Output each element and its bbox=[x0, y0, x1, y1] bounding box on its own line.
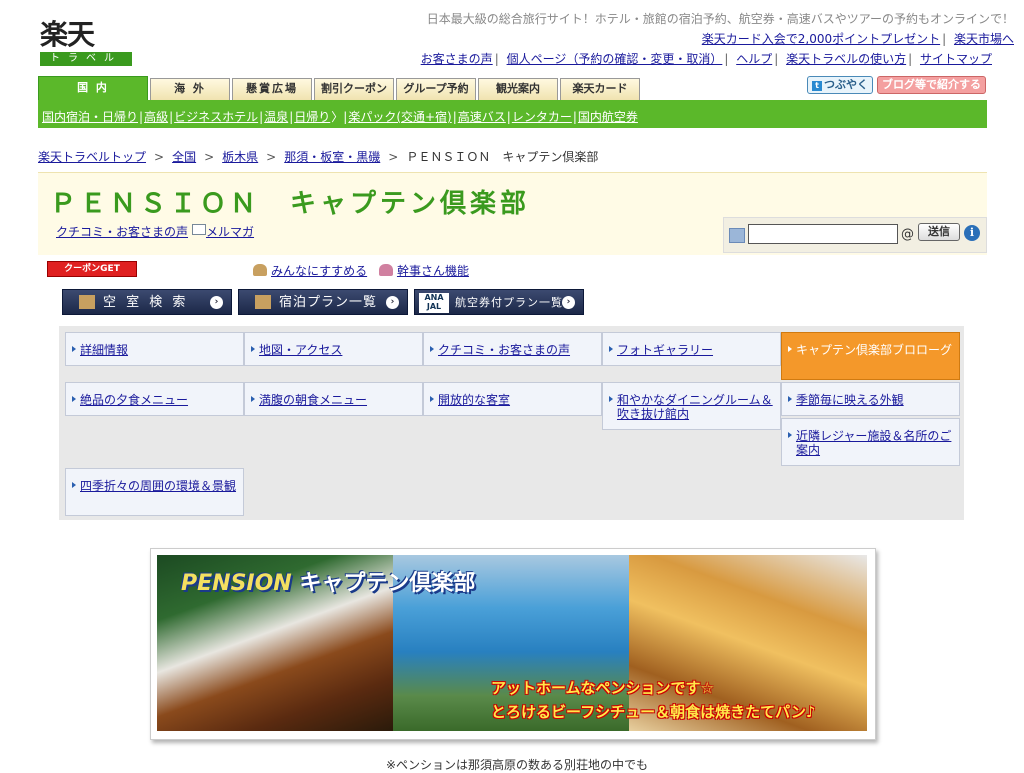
subnav-luxury[interactable]: 高級 bbox=[144, 110, 168, 124]
personal-page-link[interactable]: 個人ページ（予約の確認・変更・取消） bbox=[507, 52, 723, 66]
mailmag-link[interactable]: メルマガ bbox=[206, 225, 254, 239]
at-sign: @ bbox=[901, 227, 914, 242]
breadcrumb-current: ＰＥＮＳＩＯＮ キャプテン倶楽部 bbox=[406, 150, 599, 164]
sitemap-link[interactable]: サイトマップ bbox=[920, 52, 992, 66]
card-promo-link[interactable]: 楽天カード入会で2,000ポイントプレゼント bbox=[702, 32, 940, 46]
arrow-right-icon: › bbox=[210, 296, 223, 309]
menu-prologue[interactable]: キャプテン倶楽部ブロローグ bbox=[781, 332, 960, 380]
logo-text: 楽天 bbox=[40, 18, 95, 51]
vacancy-search-button[interactable]: 空 室 検 索 › bbox=[62, 289, 232, 315]
social-buttons: t つぶやく ブログ等で紹介する bbox=[807, 76, 986, 94]
tab-prizes[interactable]: 懸賞広場 bbox=[232, 78, 312, 100]
blog-share-button[interactable]: ブログ等で紹介する bbox=[877, 76, 986, 94]
subnav-domestic-stay[interactable]: 国内宿泊・日帰り bbox=[42, 110, 138, 124]
breadcrumb-national[interactable]: 全国 bbox=[172, 150, 196, 164]
arrow-right-icon: › bbox=[562, 296, 575, 309]
menu-surroundings[interactable]: 四季折々の周囲の環境＆景観 bbox=[65, 468, 244, 516]
hotel-banner: PENSION キャプテン倶楽部 アットホームなペンションです☆ とろけるビーフ… bbox=[150, 548, 876, 740]
info-icon[interactable]: i bbox=[964, 225, 980, 241]
subnav-rental-car[interactable]: レンタカー bbox=[512, 110, 572, 124]
menu-dining-room[interactable]: 和やかなダイニングルーム＆吹き抜け館内 bbox=[602, 382, 781, 430]
ana-jal-logo: ANA JAL bbox=[419, 293, 449, 313]
subnav-highway-bus[interactable]: 高速バス bbox=[458, 110, 506, 124]
recommend-links: みんなにすすめる 幹事さん機能 bbox=[253, 262, 469, 279]
recommend-link[interactable]: みんなにすすめる bbox=[271, 264, 367, 278]
organizer-link[interactable]: 幹事さん機能 bbox=[397, 264, 469, 278]
bed-icon bbox=[255, 295, 271, 309]
organizer-icon bbox=[378, 264, 393, 276]
menu-nearby-leisure[interactable]: 近隣レジャー施設＆名所のご案内 bbox=[781, 418, 960, 466]
building-icon bbox=[79, 295, 95, 309]
person-icon bbox=[729, 228, 745, 243]
flight-plans-button[interactable]: ANA JAL 航空券付プラン一覧 › bbox=[414, 289, 584, 315]
logo-subtitle: トラベル bbox=[40, 52, 132, 66]
arrow-right-icon: › bbox=[386, 296, 399, 309]
mail-icon bbox=[192, 224, 207, 235]
twitter-icon: t bbox=[812, 81, 822, 91]
menu-details[interactable]: 詳細情報 bbox=[65, 332, 244, 366]
menu-exterior[interactable]: 季節毎に映える外観 bbox=[781, 382, 960, 416]
help-link[interactable]: ヘルプ bbox=[736, 52, 772, 66]
tab-coupons[interactable]: 割引クーポン bbox=[314, 78, 394, 100]
hotel-menu: 詳細情報 地図・アクセス クチコミ・お客さまの声 フォトギャラリー キャプテン倶… bbox=[59, 326, 964, 520]
subnav-onsen[interactable]: 温泉 bbox=[264, 110, 288, 124]
tab-sightseeing[interactable]: 観光案内 bbox=[478, 78, 558, 100]
menu-rooms[interactable]: 開放的な客室 bbox=[423, 382, 602, 416]
tab-overseas[interactable]: 海 外 bbox=[150, 78, 230, 100]
mailmag-signup: @ 送信 i bbox=[723, 217, 987, 253]
how-to-use-link[interactable]: 楽天トラベルの使い方 bbox=[786, 52, 906, 66]
coupon-get-button[interactable]: クーポンGET bbox=[47, 261, 137, 277]
tweet-button[interactable]: t つぶやく bbox=[807, 76, 873, 94]
domestic-subnav: 国内宿泊・日帰り|高級|ビジネスホテル|温泉|日帰り〉|楽パック(交通+宿)|高… bbox=[38, 100, 987, 128]
menu-reviews[interactable]: クチコミ・お客さまの声 bbox=[423, 332, 602, 366]
banner-title: PENSION キャプテン倶楽部 bbox=[181, 571, 476, 596]
banner-tagline-2: とろけるビーフシチュー＆朝食は焼きたてパン♪ bbox=[491, 703, 816, 721]
breadcrumb-nasu[interactable]: 那須・板室・黒磯 bbox=[284, 150, 380, 164]
breadcrumb-tochigi[interactable]: 栃木県 bbox=[222, 150, 258, 164]
top-links-row2: お客さまの声 | 個人ページ（予約の確認・変更・取消） | ヘルプ | 楽天トラベルの… bbox=[420, 52, 992, 66]
main-tabs: 国 内 海 外 懸賞広場 割引クーポン グループ予約 観光案内 楽天カード bbox=[38, 76, 640, 100]
breadcrumb: 楽天トラベルトップ > 全国 > 栃木県 > 那須・板室・黒磯 > ＰＥＮＳＩＯＮ キャプテン倶… bbox=[38, 150, 599, 164]
banner-tagline-1: アットホームなペンションです☆ bbox=[491, 679, 714, 697]
menu-map-access[interactable]: 地図・アクセス bbox=[244, 332, 423, 366]
hotel-header: ＰＥＮＳＩＯＮ キャプテン倶楽部 クチコミ・お客さまの声 メルマガ @ 送信 i bbox=[38, 172, 987, 255]
tab-rakuten-card[interactable]: 楽天カード bbox=[560, 78, 640, 100]
menu-photo-gallery[interactable]: フォトギャラリー bbox=[602, 332, 781, 366]
subnav-day-trip[interactable]: 日帰り bbox=[294, 110, 330, 124]
ichiba-link[interactable]: 楽天市場へ bbox=[954, 32, 1014, 46]
menu-dinner[interactable]: 絶品の夕食メニュー bbox=[65, 382, 244, 416]
email-field[interactable] bbox=[748, 224, 898, 244]
menu-breakfast[interactable]: 満腹の朝食メニュー bbox=[244, 382, 423, 416]
tab-group-booking[interactable]: グループ予約 bbox=[396, 78, 476, 100]
subnav-rakupack[interactable]: 楽パック(交通+宿) bbox=[348, 110, 451, 124]
tab-domestic[interactable]: 国 内 bbox=[38, 76, 148, 100]
hotel-title: ＰＥＮＳＩＯＮ キャプテン倶楽部 bbox=[50, 189, 531, 219]
subnav-domestic-flights[interactable]: 国内航空券 bbox=[578, 110, 638, 124]
top-links-row1: 楽天カード入会で2,000ポイントプレゼント | 楽天市場へ bbox=[701, 32, 1014, 46]
stay-plans-button[interactable]: 宿泊プラン一覧 › bbox=[238, 289, 408, 315]
rakuten-travel-logo[interactable]: 楽天 トラベル bbox=[40, 20, 132, 68]
customer-voice-link[interactable]: お客さまの声 bbox=[421, 52, 493, 66]
people-icon bbox=[253, 264, 267, 276]
site-tagline: 日本最大級の総合旅行サイト！ホテル・旅館の宿泊予約、航空券・高速バスやツアーの予… bbox=[426, 12, 1014, 26]
hotel-reviews-link[interactable]: クチコミ・お客さまの声 bbox=[56, 225, 188, 239]
description-text: ※ペンションは那須高原の数ある別荘地の中でも bbox=[386, 758, 649, 772]
subnav-business-hotel[interactable]: ビジネスホテル bbox=[174, 110, 258, 124]
breadcrumb-top[interactable]: 楽天トラベルトップ bbox=[38, 150, 146, 164]
send-button[interactable]: 送信 bbox=[918, 223, 960, 241]
